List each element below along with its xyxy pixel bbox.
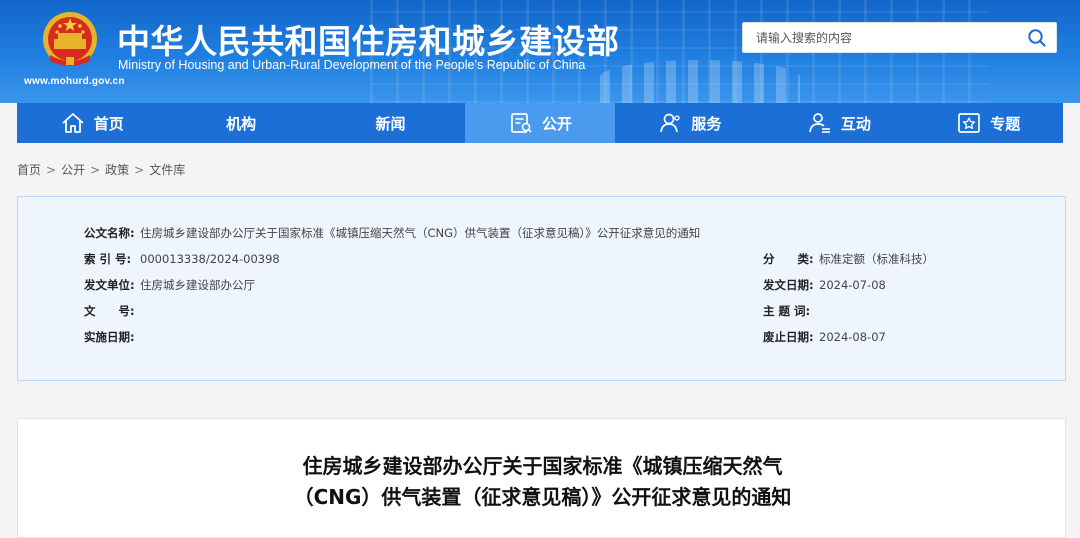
site-url: www.mohurd.gov.cn <box>24 76 125 87</box>
nav-label: 服务 <box>691 114 722 133</box>
nav-item-interaction[interactable]: 互动 <box>764 103 913 143</box>
nav-item-home[interactable]: 首页 <box>17 103 166 143</box>
nav-label: 首页 <box>93 114 124 133</box>
info-value: 住房城乡建设部办公厅 <box>140 278 255 292</box>
nav-label: 机构 <box>226 114 257 133</box>
info-label: 发文单位: <box>84 278 135 292</box>
article-title-line-1: 住房城乡建设部办公厅关于国家标准《城镇压缩天然气 <box>302 454 783 478</box>
breadcrumb-policy[interactable]: 政策 <box>105 163 129 177</box>
info-label: 废止日期: <box>763 330 814 344</box>
national-emblem-icon <box>40 9 100 71</box>
info-label: 索 引 号: <box>84 252 132 266</box>
article-title: 住房城乡建设部办公厅关于国家标准《城镇压缩天然气 （CNG）供气装置（征求意见稿… <box>18 451 1067 513</box>
nav-item-topics[interactable]: 专题 <box>914 103 1063 143</box>
nav-item-news[interactable]: 新闻 <box>316 103 465 143</box>
info-label: 实施日期: <box>84 330 135 344</box>
site-title-english: Ministry of Housing and Urban-Rural Deve… <box>118 58 586 72</box>
search-input[interactable] <box>743 23 1013 52</box>
info-row-expiry-date: 废止日期: 2024-08-07 <box>763 329 886 345</box>
site-header: www.mohurd.gov.cn 中华人民共和国住房和城乡建设部 Minist… <box>0 0 1080 103</box>
info-label: 公文名称: <box>84 226 135 240</box>
breadcrumb-public[interactable]: 公开 <box>61 163 85 177</box>
nav-item-service[interactable]: 服务 <box>615 103 764 143</box>
nav-label: 新闻 <box>375 114 406 133</box>
nav-label: 公开 <box>541 114 572 133</box>
info-row-document-number: 文 号: <box>84 303 140 319</box>
breadcrumb-home[interactable]: 首页 <box>17 163 41 177</box>
main-navigation: 首页 机构 新闻 公开 服务 互动 专题 <box>17 103 1063 143</box>
info-row-category: 分 类: 标准定额（标准科技） <box>763 251 934 267</box>
info-value: 000013338/2024-00398 <box>140 252 280 266</box>
nav-item-organization[interactable]: 机构 <box>166 103 315 143</box>
info-value: 2024-07-08 <box>819 278 886 292</box>
info-label: 分 类: <box>763 252 814 266</box>
site-title-chinese: 中华人民共和国住房和城乡建设部 <box>117 22 620 61</box>
search-box <box>742 22 1057 53</box>
article-title-line-2: （CNG）供气装置（征求意见稿）》公开征求意见的通知 <box>293 485 792 509</box>
info-value: 住房城乡建设部办公厅关于国家标准《城镇压缩天然气（CNG）供气装置（征求意见稿）… <box>140 226 701 240</box>
info-row-issue-date: 发文日期: 2024-07-08 <box>763 277 886 293</box>
search-button[interactable] <box>1024 26 1050 50</box>
info-label: 文 号: <box>84 304 135 318</box>
document-icon <box>508 110 534 136</box>
breadcrumb: 首页 > 公开 > 政策 > 文件库 <box>17 163 186 177</box>
home-icon <box>60 110 86 136</box>
info-value: 标准定额（标准科技） <box>819 252 934 266</box>
nav-label: 互动 <box>840 114 871 133</box>
interaction-icon <box>807 110 833 136</box>
user-service-icon <box>657 110 683 136</box>
search-icon <box>1028 29 1046 47</box>
info-row-issuing-unit: 发文单位: 住房城乡建设部办公厅 <box>84 277 255 293</box>
nav-item-public[interactable]: 公开 <box>465 103 615 143</box>
info-label: 主 题 词: <box>763 304 811 318</box>
info-row-document-name: 公文名称: 住房城乡建设部办公厅关于国家标准《城镇压缩天然气（CNG）供气装置（征… <box>84 225 700 241</box>
nav-label: 专题 <box>990 114 1021 133</box>
info-row-subject-words: 主 题 词: <box>763 303 819 319</box>
info-row-effective-date: 实施日期: <box>84 329 140 345</box>
breadcrumb-file-library[interactable]: 文件库 <box>149 163 185 177</box>
article-container: 住房城乡建设部办公厅关于国家标准《城镇压缩天然气 （CNG）供气装置（征求意见稿… <box>17 418 1066 538</box>
info-value: 2024-08-07 <box>819 330 886 344</box>
info-label: 发文日期: <box>763 278 814 292</box>
document-metadata-panel: 公文名称: 住房城乡建设部办公厅关于国家标准《城镇压缩天然气（CNG）供气装置（征… <box>17 196 1066 381</box>
info-row-index-number: 索 引 号: 000013338/2024-00398 <box>84 251 280 267</box>
star-icon <box>956 110 982 136</box>
